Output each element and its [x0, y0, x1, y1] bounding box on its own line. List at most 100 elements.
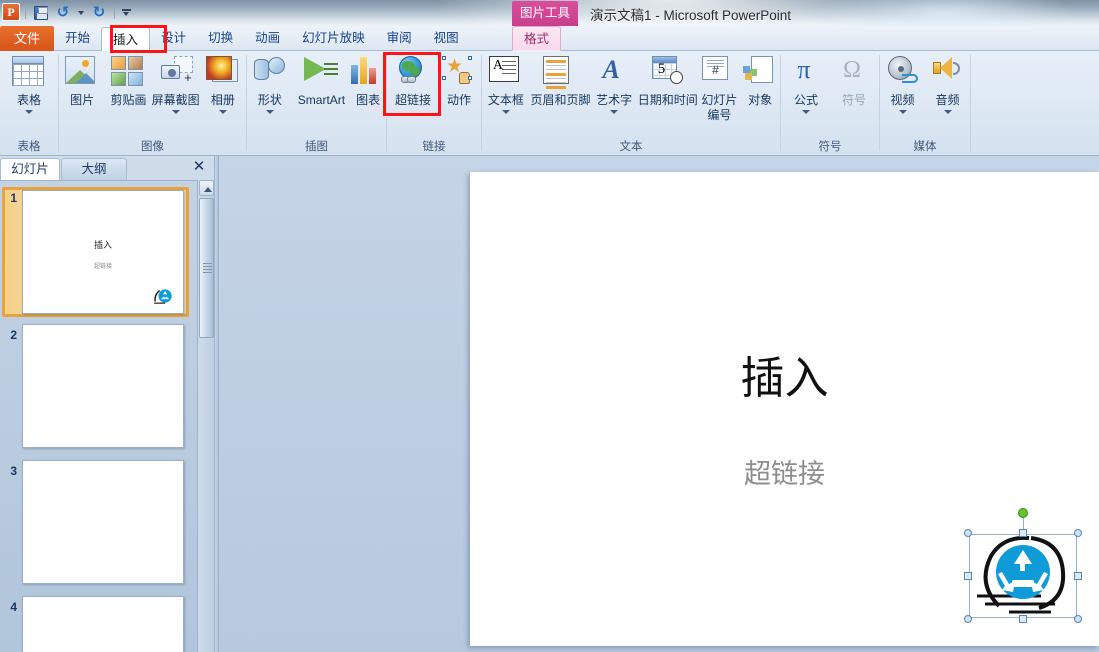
list-item[interactable]: 3 [0, 460, 193, 584]
insert-object-button[interactable]: 对象 [740, 54, 780, 107]
powerpoint-logo-icon[interactable]: P [2, 3, 20, 21]
tab-insert[interactable]: 插入 [101, 27, 150, 52]
insert-video-button[interactable]: 视频 [880, 54, 925, 114]
resize-handle-bottom-left[interactable] [964, 615, 972, 623]
undo-icon[interactable]: ↻ [53, 3, 73, 22]
close-icon[interactable]: ✕ [190, 158, 208, 176]
chevron-down-icon[interactable] [610, 110, 618, 114]
insert-wordart-button[interactable]: A 艺术字 [591, 54, 637, 114]
slides-pane-scrollbar[interactable] [197, 180, 214, 652]
resize-handle-middle-right[interactable] [1074, 572, 1082, 580]
button-label: 视频 [890, 93, 914, 107]
insert-photo-album-button[interactable]: 相册 [200, 54, 246, 114]
button-label: 图片 [70, 93, 94, 107]
button-label: 符号 [842, 93, 866, 107]
redo-icon[interactable]: ↻ [89, 3, 109, 22]
pane-tab-outline[interactable]: 大纲 [61, 158, 127, 180]
quick-access-toolbar: P ↻ ↻ [2, 1, 132, 23]
ribbon-tabs: 文件 开始 插入 设计 切换 动画 幻灯片放映 审阅 视图 [0, 26, 470, 51]
chevron-down-icon[interactable] [899, 110, 907, 114]
chevron-down-icon[interactable] [502, 110, 510, 114]
insert-clip-art-button[interactable]: 剪贴画 [105, 54, 151, 107]
resize-handle-bottom-center[interactable] [1019, 615, 1027, 623]
ribbon: 表格 表格 图片 剪贴画 [0, 51, 1099, 156]
group-label: 符号 [781, 138, 879, 154]
scroll-up-icon[interactable] [199, 180, 214, 196]
group-separator [970, 55, 971, 151]
chevron-down-icon[interactable] [172, 110, 180, 114]
insert-slide-number-button[interactable]: # 幻灯片 编号 [699, 54, 741, 122]
insert-smartart-button[interactable]: SmartArt [293, 54, 351, 107]
button-label: 音频 [935, 93, 959, 107]
list-item[interactable]: 1 插入 超链接 [0, 187, 193, 314]
chevron-down-icon[interactable] [266, 110, 274, 114]
resize-handle-top-left[interactable] [964, 529, 972, 537]
header-footer-icon [543, 56, 577, 90]
slide-title-placeholder[interactable]: 插入 [470, 342, 1099, 406]
insert-table-button[interactable]: 表格 [1, 54, 57, 114]
title-bar: P ↻ ↻ 图片工具 演示文稿1 - Microsoft PowerPoint [0, 0, 1099, 26]
recycle-symbol-image[interactable] [969, 534, 1077, 618]
chevron-down-icon[interactable] [944, 110, 952, 114]
customize-qat-icon[interactable] [120, 3, 132, 22]
insert-hyperlink-button[interactable]: 超链接 [388, 54, 438, 107]
group-label: 媒体 [880, 138, 970, 154]
audio-icon [931, 56, 965, 90]
tab-transitions[interactable]: 切换 [197, 26, 244, 51]
tab-animations[interactable]: 动画 [244, 26, 291, 51]
insert-audio-button[interactable]: 音频 [925, 54, 970, 114]
scrollbar-thumb[interactable] [199, 198, 214, 338]
tab-design[interactable]: 设计 [150, 26, 197, 51]
button-label: SmartArt [298, 93, 345, 107]
chevron-down-icon[interactable] [25, 110, 33, 114]
titlebar-glow-secondary [820, 0, 1070, 26]
insert-shapes-button[interactable]: 形状 [247, 54, 293, 114]
save-icon[interactable] [31, 3, 51, 22]
hyperlink-globe-icon [396, 56, 430, 90]
button-label: 超链接 [395, 93, 431, 107]
list-item[interactable]: 4 [0, 596, 193, 652]
video-icon [886, 56, 920, 90]
resize-handle-bottom-right[interactable] [1074, 615, 1082, 623]
insert-symbol-button[interactable]: Ω 符号 [830, 54, 878, 107]
tab-review[interactable]: 审阅 [376, 26, 423, 51]
resize-handle-top-right[interactable] [1074, 529, 1082, 537]
thumbnail-number: 4 [0, 596, 22, 652]
thumbnail-4[interactable] [22, 596, 184, 652]
insert-text-box-button[interactable]: A 文本框 [482, 54, 530, 114]
recycle-icon [153, 285, 175, 307]
tab-slide-show[interactable]: 幻灯片放映 [291, 26, 376, 51]
picture-icon [65, 56, 99, 90]
insert-header-footer-button[interactable]: 页眉和页脚 [530, 54, 592, 107]
tab-file[interactable]: 文件 [0, 26, 54, 51]
resize-handle-middle-left[interactable] [964, 572, 972, 580]
equation-pi-icon: π [789, 56, 823, 90]
insert-picture-button[interactable]: 图片 [59, 54, 105, 107]
insert-screenshot-button[interactable]: + 屏幕截图 [152, 54, 200, 114]
thumbnail-2[interactable] [22, 324, 184, 448]
insert-equation-button[interactable]: π 公式 [782, 54, 830, 114]
rotation-handle-icon[interactable] [1018, 508, 1028, 518]
chevron-down-icon[interactable] [802, 110, 810, 114]
slides-pane-tabs: 幻灯片 大纲 ✕ [0, 156, 214, 180]
slide-subtitle-placeholder[interactable]: 超链接 [470, 452, 1099, 491]
slide-number-icon: # [702, 56, 736, 90]
tab-view[interactable]: 视图 [423, 26, 470, 51]
pane-tab-slides[interactable]: 幻灯片 [0, 158, 60, 180]
tab-format[interactable]: 格式 [512, 26, 561, 51]
insert-chart-button[interactable]: 图表 [350, 54, 386, 107]
chevron-down-icon[interactable] [219, 110, 227, 114]
recycle-icon [969, 534, 1077, 618]
tab-home[interactable]: 开始 [54, 26, 101, 51]
undo-dropdown-chevron-down-icon[interactable] [75, 3, 87, 22]
thumbnail-3[interactable] [22, 460, 184, 584]
thumbnail-1[interactable]: 插入 超链接 [22, 190, 184, 314]
screenshot-icon: + [159, 56, 193, 90]
insert-date-time-button[interactable]: 5 日期和时间 [637, 54, 699, 107]
list-item[interactable]: 2 [0, 324, 193, 448]
button-label: 相册 [211, 93, 235, 107]
resize-handle-top-center[interactable] [1019, 529, 1027, 537]
button-label: 公式 [794, 93, 818, 107]
insert-action-button[interactable]: ★ 动作 [438, 54, 480, 107]
button-label: 幻灯片 [701, 93, 737, 107]
